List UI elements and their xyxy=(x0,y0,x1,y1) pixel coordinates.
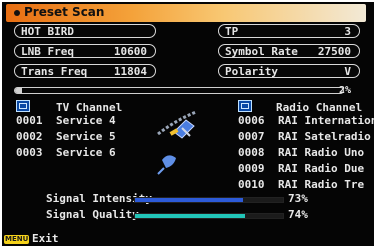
title-bar: Preset Scan xyxy=(6,4,366,22)
signal-quality-meter xyxy=(134,213,284,219)
symbol-rate-label: Symbol Rate xyxy=(225,45,298,58)
channel-name: RAI Radio Tre xyxy=(278,178,365,191)
channel-number: 0002 xyxy=(16,130,43,143)
signal-intensity-fill xyxy=(135,198,244,202)
channel-number: 0009 xyxy=(238,162,265,175)
page-title: Preset Scan xyxy=(24,5,105,19)
signal-quality-label: Signal Quality xyxy=(46,208,139,221)
menu-key-button[interactable]: MENU xyxy=(4,235,29,244)
tv-channel-list: 0001 Service 4 0002 Service 5 0003 Servi… xyxy=(16,114,136,164)
scan-progress-bar xyxy=(14,87,344,94)
channel-name: RAI Radio Due xyxy=(278,162,365,175)
radio-channel-heading: Radio Channel xyxy=(276,101,363,114)
signal-intensity-meter xyxy=(134,197,284,203)
polarity-label: Polarity xyxy=(225,65,278,78)
signal-intensity-value: 73% xyxy=(288,192,308,205)
trans-freq-field[interactable]: Trans Freq 11804 xyxy=(14,64,156,78)
channel-name: RAI Satelradio xyxy=(278,130,371,143)
signal-quality-value: 74% xyxy=(288,208,308,221)
symbol-rate-field[interactable]: Symbol Rate 27500 xyxy=(218,44,360,58)
tv-channel-icon xyxy=(16,100,30,112)
tp-field[interactable]: TP 3 xyxy=(218,24,360,38)
scan-progress-fill xyxy=(15,88,22,93)
trans-freq-label: Trans Freq xyxy=(21,65,88,78)
channel-number: 0003 xyxy=(16,146,43,159)
tv-channel-heading: TV Channel xyxy=(56,101,123,114)
tp-label: TP xyxy=(225,25,239,38)
polarity-field[interactable]: Polarity V xyxy=(218,64,360,78)
exit-label: Exit xyxy=(32,232,59,245)
radio-channel-icon xyxy=(238,100,252,112)
channel-number: 0008 xyxy=(238,146,265,159)
symbol-rate-value: 27500 xyxy=(317,45,351,58)
lnb-freq-label: LNB Freq xyxy=(21,45,74,58)
trans-freq-value: 11804 xyxy=(113,65,147,78)
satellite-icon xyxy=(157,110,197,175)
satellite-field[interactable]: HOT BIRD xyxy=(14,24,156,38)
channel-name: Service 6 xyxy=(56,146,116,159)
channel-number: 0007 xyxy=(238,130,265,143)
polarity-value: V xyxy=(344,65,351,78)
tp-value: 3 xyxy=(344,25,351,38)
channel-name: Service 5 xyxy=(56,130,116,143)
channel-number: 0006 xyxy=(238,114,265,127)
scan-progress-label: 2% xyxy=(339,85,352,96)
channel-name: Service 4 xyxy=(56,114,116,127)
channel-name: RAI Internation xyxy=(278,114,374,127)
satellite-name: HOT BIRD xyxy=(21,25,74,38)
signal-quality-fill xyxy=(135,214,245,218)
channel-number: 0010 xyxy=(238,178,265,191)
preset-scan-screen: Preset Scan HOT BIRD LNB Freq 10600 Tran… xyxy=(2,2,374,246)
radio-channel-list: 0006 RAI Internation 0007 RAI Satelradio… xyxy=(238,114,374,194)
title-bullet-icon xyxy=(14,10,20,16)
lnb-freq-value: 10600 xyxy=(113,45,147,58)
lnb-freq-field[interactable]: LNB Freq 10600 xyxy=(14,44,156,58)
menu-key-label: MENU xyxy=(5,235,29,243)
channel-name: RAI Radio Uno xyxy=(278,146,365,159)
channel-number: 0001 xyxy=(16,114,43,127)
